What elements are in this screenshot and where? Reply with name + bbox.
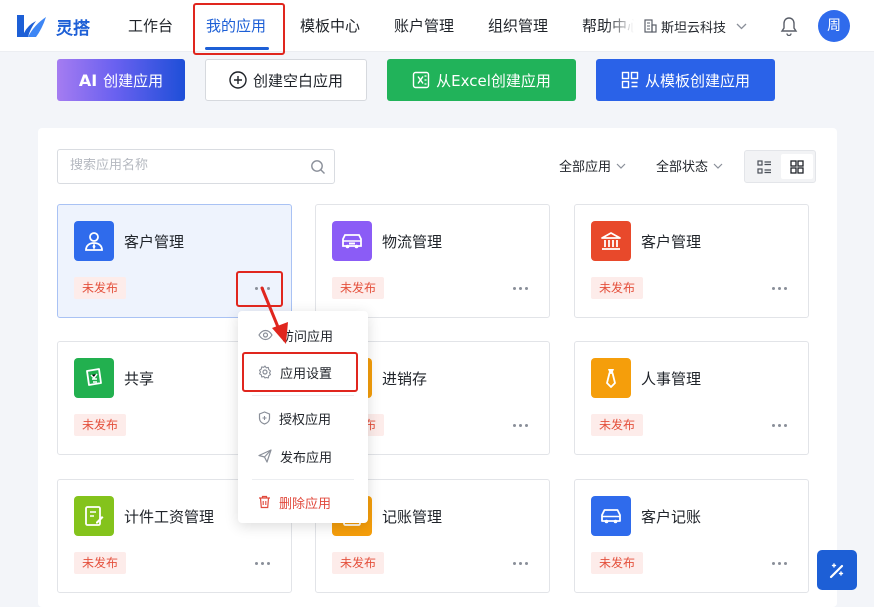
app-card-title: 客户管理 bbox=[124, 233, 185, 251]
create-template-label: 从模板创建应用 bbox=[644, 71, 750, 90]
annotation-box-settings bbox=[242, 352, 358, 392]
money-icon bbox=[86, 368, 102, 386]
app-card[interactable]: 物流管理 未发布 bbox=[315, 204, 550, 318]
status-badge: 未发布 bbox=[332, 277, 385, 299]
menu-item-label: 删除应用 bbox=[279, 496, 332, 512]
chevron-down-icon bbox=[736, 23, 747, 29]
org-switcher[interactable]: 斯坦云科技 bbox=[644, 0, 751, 52]
menu-item-label: 授权应用 bbox=[279, 412, 332, 428]
more-options-button[interactable] bbox=[767, 556, 791, 570]
app-card-title: 记账管理 bbox=[382, 508, 443, 526]
create-excel-label: 从Excel创建应用 bbox=[436, 71, 551, 90]
more-options-button[interactable] bbox=[508, 281, 532, 295]
assistant-fab[interactable] bbox=[817, 550, 857, 590]
create-blank-app-button[interactable]: 创建空白应用 bbox=[205, 59, 367, 101]
app-search-input[interactable] bbox=[70, 158, 300, 173]
app-card-title: 计件工资管理 bbox=[124, 508, 215, 526]
menu-divider bbox=[252, 479, 354, 480]
create-from-excel-button[interactable]: 从Excel创建应用 bbox=[387, 59, 576, 101]
ai-create-app-button[interactable]: AI 创建应用 bbox=[57, 59, 185, 101]
tie-icon bbox=[606, 369, 616, 388]
grid-view-button[interactable] bbox=[781, 154, 813, 179]
search-icon[interactable] bbox=[310, 159, 326, 175]
view-toggle bbox=[744, 150, 816, 183]
menu-item-label: 发布应用 bbox=[280, 450, 333, 466]
menu-item-authorize-app[interactable]: 授权应用 bbox=[238, 400, 368, 436]
status-badge: 未发布 bbox=[74, 552, 127, 574]
status-badge: 未发布 bbox=[332, 552, 385, 574]
nav-fade bbox=[606, 8, 646, 44]
logo-icon bbox=[17, 15, 46, 37]
menu-item-publish-app[interactable]: 发布应用 bbox=[238, 438, 368, 474]
customer-icon bbox=[85, 232, 103, 251]
status-badge: 未发布 bbox=[591, 414, 644, 436]
trash-icon bbox=[259, 495, 270, 509]
more-options-button[interactable] bbox=[508, 418, 532, 432]
chevron-down-icon bbox=[713, 163, 723, 169]
app-card-title: 进销存 bbox=[382, 370, 428, 388]
create-from-template-button[interactable]: 从模板创建应用 bbox=[596, 59, 775, 101]
chevron-down-icon bbox=[616, 163, 626, 169]
magic-wand-icon bbox=[829, 563, 844, 579]
edit-icon bbox=[85, 506, 104, 526]
top-nav: 灵搭 工作台 我的应用 模板中心 账户管理 组织管理 帮助中心 斯坦云科技 周 bbox=[0, 0, 874, 52]
excel-icon bbox=[412, 71, 430, 89]
filter-all-apps-label: 全部应用 bbox=[559, 160, 612, 175]
menu-item-delete-app[interactable]: 删除应用 bbox=[238, 484, 368, 520]
status-badge: 未发布 bbox=[591, 552, 644, 574]
app-card-icon bbox=[591, 496, 631, 536]
more-options-button[interactable] bbox=[767, 281, 791, 295]
filter-all-status[interactable]: 全部状态 bbox=[656, 156, 723, 175]
building-icon bbox=[644, 19, 657, 33]
app-card-icon bbox=[74, 358, 114, 398]
status-badge: 未发布 bbox=[74, 414, 127, 436]
list-view-button[interactable] bbox=[748, 154, 780, 179]
nav-workbench[interactable]: 工作台 bbox=[128, 0, 173, 52]
app-card-icon bbox=[332, 221, 372, 261]
bell-icon[interactable] bbox=[780, 16, 798, 36]
app-card-title: 人事管理 bbox=[641, 370, 702, 388]
template-icon bbox=[621, 71, 639, 89]
shield-icon bbox=[258, 411, 271, 425]
app-card[interactable]: 客户记账 未发布 bbox=[574, 479, 809, 593]
app-card-icon bbox=[591, 358, 631, 398]
app-card[interactable]: 人事管理 未发布 bbox=[574, 341, 809, 455]
send-icon bbox=[258, 449, 272, 463]
ai-create-label: 创建应用 bbox=[103, 71, 164, 90]
nav-organization[interactable]: 组织管理 bbox=[488, 0, 548, 52]
grid-view-icon bbox=[790, 159, 804, 174]
annotation-box-nav bbox=[193, 3, 285, 55]
ai-mark: AI bbox=[78, 70, 98, 90]
more-options-button[interactable] bbox=[767, 418, 791, 432]
app-name: 灵搭 bbox=[56, 18, 90, 39]
status-badge: 未发布 bbox=[74, 277, 127, 299]
create-blank-label: 创建空白应用 bbox=[252, 71, 343, 90]
app-logo[interactable]: 灵搭 bbox=[14, 11, 90, 41]
status-badge: 未发布 bbox=[591, 277, 644, 299]
app-card-title: 客户记账 bbox=[641, 508, 702, 526]
filter-all-apps[interactable]: 全部应用 bbox=[559, 156, 626, 175]
plus-circle-icon bbox=[229, 71, 247, 89]
more-options-button[interactable] bbox=[250, 556, 274, 570]
app-card-title: 客户管理 bbox=[641, 233, 702, 251]
app-card-icon bbox=[74, 221, 114, 261]
app-card-icon bbox=[591, 221, 631, 261]
app-card-title: 共享 bbox=[124, 370, 155, 388]
menu-divider bbox=[252, 395, 354, 396]
user-avatar[interactable]: 周 bbox=[818, 10, 850, 42]
org-name: 斯坦云科技 bbox=[661, 20, 727, 36]
truck-icon bbox=[342, 234, 362, 249]
app-card-title: 物流管理 bbox=[382, 233, 443, 251]
car-icon bbox=[601, 509, 621, 524]
list-view-icon bbox=[756, 159, 771, 174]
app-search-box[interactable] bbox=[57, 149, 335, 184]
nav-template-center[interactable]: 模板中心 bbox=[300, 0, 360, 52]
more-options-button[interactable] bbox=[508, 556, 532, 570]
nav-account[interactable]: 账户管理 bbox=[394, 0, 454, 52]
annotation-arrow-icon bbox=[260, 286, 288, 344]
filter-all-status-label: 全部状态 bbox=[656, 160, 709, 175]
app-card[interactable]: 客户管理 未发布 bbox=[574, 204, 809, 318]
bank-icon bbox=[601, 232, 621, 250]
app-card-icon bbox=[74, 496, 114, 536]
